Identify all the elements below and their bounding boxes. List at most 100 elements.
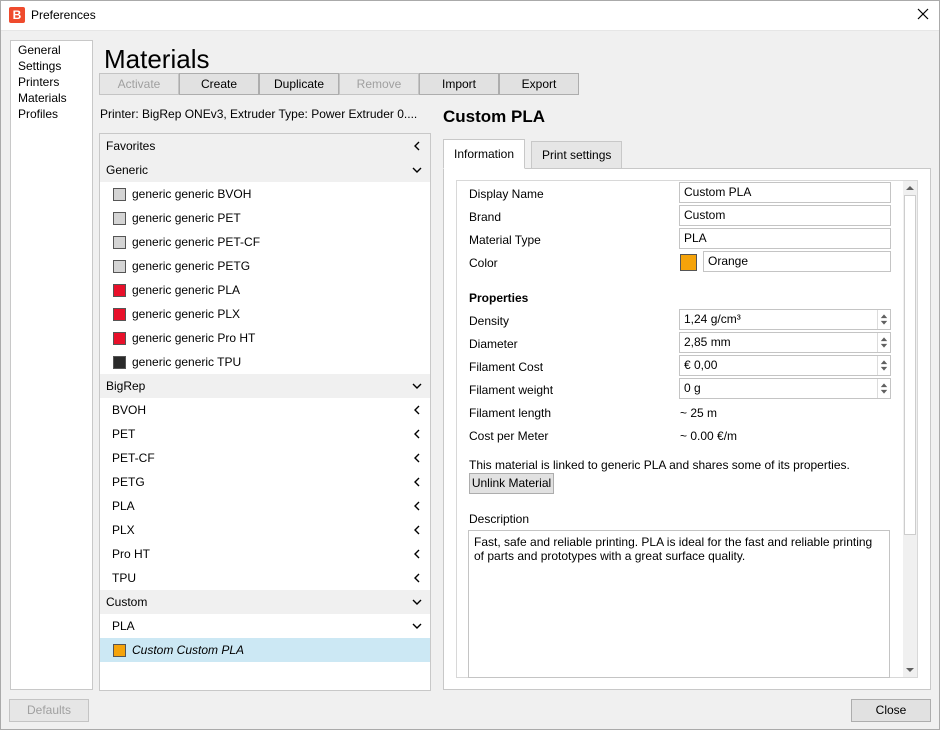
section-favorites[interactable]: Favorites — [100, 134, 430, 158]
density-spinbox[interactable]: 1,24 g/cm³ — [679, 309, 891, 330]
list-item[interactable]: generic generic BVOH — [100, 182, 430, 206]
filament-cost-spinbox[interactable]: € 0,00 — [679, 355, 891, 376]
tab-information[interactable]: Information — [443, 139, 526, 169]
list-item[interactable]: generic generic TPU — [100, 350, 430, 374]
color-swatch — [113, 236, 126, 249]
close-icon[interactable] — [915, 6, 931, 22]
vertical-scrollbar[interactable] — [903, 181, 917, 677]
chevron-left-icon — [414, 573, 420, 583]
color-picker-swatch[interactable] — [680, 254, 697, 271]
create-button[interactable]: Create — [179, 73, 259, 95]
list-item-selected[interactable]: Custom Custom PLA — [100, 638, 430, 662]
spin-arrows-icon[interactable] — [877, 310, 890, 329]
diameter-value: 2,85 mm — [684, 335, 731, 349]
list-item[interactable]: generic generic Pro HT — [100, 326, 430, 350]
chevron-down-icon — [412, 383, 422, 389]
scroll-down-icon[interactable] — [906, 666, 914, 674]
chevron-left-icon — [414, 501, 420, 511]
list-item-label: generic generic BVOH — [132, 187, 252, 201]
material-type-field[interactable]: PLA — [679, 228, 891, 249]
section-generic[interactable]: Generic — [100, 158, 430, 182]
nav-item-settings[interactable]: Settings — [18, 58, 61, 74]
remove-button[interactable]: Remove — [339, 73, 419, 95]
bigrep-group[interactable]: PLA — [100, 494, 430, 518]
section-bigrep[interactable]: BigRep — [100, 374, 430, 398]
group-label: PLA — [112, 619, 135, 633]
list-item-label: generic generic PETG — [132, 259, 251, 273]
section-custom[interactable]: Custom — [100, 590, 430, 614]
filament-cost-value: € 0,00 — [684, 358, 718, 372]
bigrep-group[interactable]: PET — [100, 422, 430, 446]
close-button[interactable]: Close — [851, 699, 931, 722]
chevron-down-icon — [412, 623, 422, 629]
list-item[interactable]: generic generic PLX — [100, 302, 430, 326]
group-label: Pro HT — [112, 547, 151, 561]
chevron-left-icon — [414, 405, 420, 415]
filament-cost-label: Filament Cost — [469, 360, 544, 374]
color-name-field[interactable]: Orange — [703, 251, 891, 272]
color-swatch — [113, 332, 126, 345]
brand-field[interactable]: Custom — [679, 205, 891, 226]
app-logo-icon: B — [9, 7, 25, 23]
bigrep-group[interactable]: PET-CF — [100, 446, 430, 470]
bigrep-group[interactable]: PLX — [100, 518, 430, 542]
list-item[interactable]: generic generic PET-CF — [100, 230, 430, 254]
color-swatch — [113, 356, 126, 369]
material-type-label: Material Type — [469, 233, 541, 247]
spin-arrows-icon[interactable] — [877, 333, 890, 352]
printer-info: Printer: BigRep ONEv3, Extruder Type: Po… — [100, 107, 418, 121]
nav-item-general[interactable]: General — [18, 42, 61, 58]
cost-per-meter-value: ~ 0.00 €/m — [680, 429, 738, 443]
group-label: PETG — [112, 475, 145, 489]
title-bar: B Preferences — [0, 0, 940, 31]
chevron-left-icon — [414, 477, 420, 487]
spin-arrows-icon[interactable] — [877, 356, 890, 375]
description-textarea[interactable]: Fast, safe and reliable printing. PLA is… — [468, 530, 890, 678]
defaults-button[interactable]: Defaults — [9, 699, 89, 722]
spin-arrows-icon[interactable] — [877, 379, 890, 398]
filament-weight-label: Filament weight — [469, 383, 554, 397]
group-label: PLX — [112, 523, 135, 537]
bigrep-group[interactable]: PETG — [100, 470, 430, 494]
activate-button[interactable]: Activate — [99, 73, 179, 95]
brand-label: Brand — [469, 210, 502, 224]
diameter-spinbox[interactable]: 2,85 mm — [679, 332, 891, 353]
export-button[interactable]: Export — [499, 73, 579, 95]
display-name-field[interactable]: Custom PLA — [679, 182, 891, 203]
section-label: BigRep — [106, 379, 146, 393]
list-item[interactable]: generic generic PET — [100, 206, 430, 230]
chevron-left-icon — [414, 453, 420, 463]
list-item[interactable]: generic generic PLA — [100, 278, 430, 302]
list-item-label: generic generic Pro HT — [132, 331, 256, 345]
section-label: Custom — [106, 595, 148, 609]
bigrep-group[interactable]: TPU — [100, 566, 430, 590]
nav-item-printers[interactable]: Printers — [18, 74, 59, 90]
list-item[interactable]: generic generic PETG — [100, 254, 430, 278]
group-label: TPU — [112, 571, 136, 585]
bigrep-group[interactable]: BVOH — [100, 398, 430, 422]
list-item-label: generic generic PLA — [132, 283, 241, 297]
unlink-material-button[interactable]: Unlink Material — [469, 473, 554, 494]
properties-heading: Properties — [469, 291, 529, 305]
material-list: Favorites Generic generic generic BVOH g… — [99, 133, 431, 691]
list-item-label: generic generic PET-CF — [132, 235, 261, 249]
nav-item-profiles[interactable]: Profiles — [18, 106, 58, 122]
cost-per-meter-label: Cost per Meter — [469, 429, 549, 443]
tab-print-settings[interactable]: Print settings — [531, 141, 623, 169]
color-swatch — [113, 188, 126, 201]
preferences-nav: General Settings Printers Materials Prof… — [10, 40, 93, 690]
scroll-up-icon[interactable] — [906, 184, 914, 192]
section-label: Favorites — [106, 139, 156, 153]
color-swatch — [113, 260, 126, 273]
custom-group-pla[interactable]: PLA — [100, 614, 430, 638]
chevron-down-icon — [412, 167, 422, 173]
filament-weight-spinbox[interactable]: 0 g — [679, 378, 891, 399]
import-button[interactable]: Import — [419, 73, 499, 95]
list-item-label: generic generic PLX — [132, 307, 241, 321]
scrollbar-thumb[interactable] — [904, 195, 916, 535]
bigrep-group[interactable]: Pro HT — [100, 542, 430, 566]
chevron-left-icon — [414, 141, 420, 151]
nav-item-materials[interactable]: Materials — [18, 90, 67, 106]
duplicate-button[interactable]: Duplicate — [259, 73, 339, 95]
color-swatch — [113, 284, 126, 297]
